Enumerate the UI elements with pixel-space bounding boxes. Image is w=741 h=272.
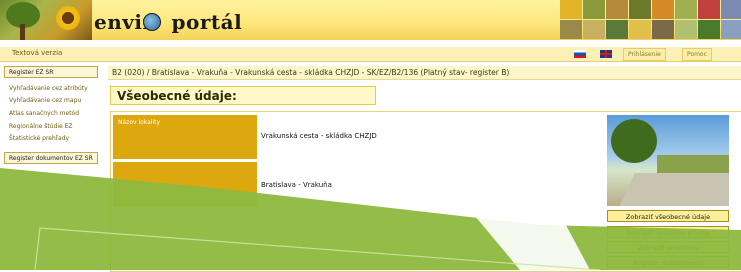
locality-name-label: Názov lokality: [113, 115, 257, 159]
show-annotator-button[interactable]: Zobraziť anotátora: [607, 241, 729, 253]
crop-thumb: [675, 20, 697, 39]
leaf-thumb: [698, 20, 720, 39]
english-flag-icon[interactable]: [600, 50, 612, 58]
slovak-flag-icon[interactable]: [574, 50, 586, 58]
location-value: Bratislava - Vrakuňa: [261, 181, 332, 189]
register-documents-box[interactable]: Register dokumentov EZ SR: [4, 152, 98, 164]
rock-thumb: [652, 20, 674, 39]
photo-tree-shape: [611, 119, 657, 163]
tree-thumb: [606, 20, 628, 39]
document-register-button[interactable]: Register dokumentov: [607, 256, 729, 268]
flower-thumb: [652, 0, 674, 19]
sidebar-link-atlas[interactable]: Atlas sanačných metód: [9, 110, 79, 117]
top-nav-bar: Textová verzia Prihlásenie Pomoc: [0, 47, 741, 62]
sky-thumb: [721, 0, 741, 19]
site-logo[interactable]: envir portál: [94, 10, 242, 34]
photo-road-shape: [619, 173, 729, 206]
sidebar-link-statistics[interactable]: Štatistické prehľady: [9, 135, 69, 142]
locality-name-value: Vrakunská cesta - skládka CHZJD: [261, 132, 377, 140]
section-title: Všeobecné údaje:: [110, 86, 376, 105]
water-thumb: [721, 20, 741, 39]
tree-trunk-shape: [20, 24, 25, 40]
header-photo-strip: [560, 0, 741, 40]
sunflower-thumb: [560, 0, 582, 19]
berry-thumb: [698, 0, 720, 19]
soil-thumb: [560, 20, 582, 39]
forest-thumb: [629, 0, 651, 19]
locality-photo[interactable]: [607, 115, 729, 206]
photo-grass-shape: [657, 155, 729, 173]
register-ez-box[interactable]: Register EZ SR: [4, 66, 98, 78]
breadcrumb: B2 (020) / Bratislava - Vrakuňa - Vrakun…: [108, 66, 741, 80]
globe-icon: [143, 13, 161, 31]
site-header: envir portál: [0, 0, 741, 40]
help-button[interactable]: Pomoc: [682, 48, 712, 61]
text-version-link[interactable]: Textová verzia: [12, 49, 62, 57]
meadow-thumb: [675, 0, 697, 19]
sidebar: [0, 62, 105, 270]
rape-thumb: [629, 20, 651, 39]
landscape-thumb: [606, 0, 628, 19]
grain-thumb: [583, 20, 605, 39]
logo-text-post: portál: [171, 10, 243, 34]
login-button[interactable]: Prihlásenie: [623, 48, 666, 61]
sidebar-link-attributes[interactable]: Vyhľadávanie cez atribúty: [9, 85, 88, 92]
sidebar-link-map[interactable]: Vyhľadávanie cez mapu: [9, 97, 81, 104]
sidebar-link-regional[interactable]: Regionálne štúdie EZ: [9, 123, 73, 130]
sunflower-icon: [56, 6, 80, 30]
logo-image: [0, 0, 92, 40]
show-image-attachments-button[interactable]: Zobraziť obrazové prílohy: [607, 226, 729, 238]
location-label: [113, 162, 257, 206]
show-general-data-button[interactable]: Zobraziť všeobecné údaje: [607, 210, 729, 222]
field-thumb: [583, 0, 605, 19]
